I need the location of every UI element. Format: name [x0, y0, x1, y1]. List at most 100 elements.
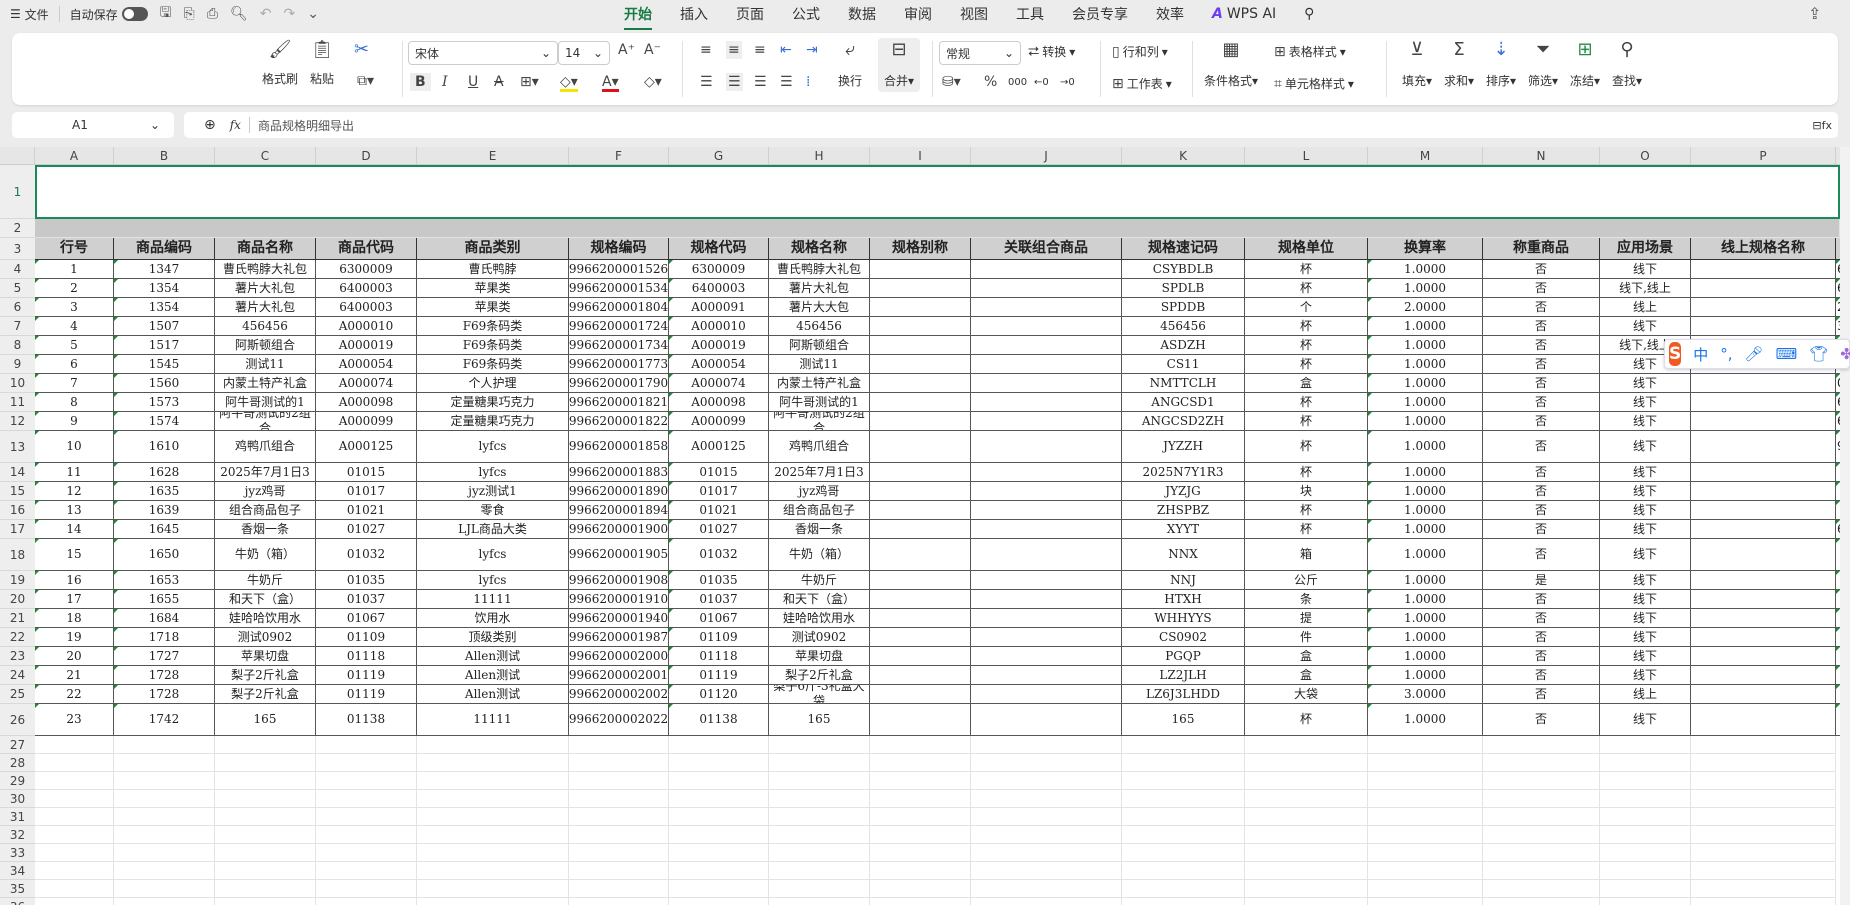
table-cell[interactable]: [971, 317, 1122, 336]
chevron-down-icon[interactable]: ⌄: [307, 6, 319, 22]
empty-cell[interactable]: [1122, 826, 1245, 844]
table-cell[interactable]: 杯: [1245, 279, 1368, 298]
table-cell[interactable]: CS0902: [1122, 628, 1245, 647]
empty-cell[interactable]: [1483, 880, 1600, 898]
table-cell[interactable]: 1.0000: [1368, 647, 1483, 666]
table-cell[interactable]: 线下: [1600, 431, 1691, 463]
empty-cell[interactable]: [1691, 790, 1836, 808]
table-cell[interactable]: 1.0000: [1368, 412, 1483, 431]
table-cell[interactable]: 9966200001526: [569, 260, 669, 279]
table-cell[interactable]: Allen测试: [417, 647, 569, 666]
empty-cell[interactable]: [1368, 862, 1483, 880]
table-cell[interactable]: F69条码类: [417, 317, 569, 336]
table-cell[interactable]: 杯: [1245, 431, 1368, 463]
table-cell[interactable]: 1.0000: [1368, 501, 1483, 520]
empty-cell[interactable]: [669, 826, 769, 844]
table-cell[interactable]: 01120: [669, 685, 769, 704]
row-header[interactable]: 31: [0, 808, 35, 826]
empty-cell[interactable]: [971, 808, 1122, 826]
empty-cell[interactable]: [669, 736, 769, 754]
table-cell[interactable]: 11111: [417, 590, 569, 609]
empty-cell[interactable]: [769, 862, 870, 880]
table-cell[interactable]: 9966200001790: [569, 374, 669, 393]
fill-button[interactable]: ⊻ 填充▾: [1402, 41, 1432, 89]
table-cell[interactable]: 6400003: [316, 298, 417, 317]
table-cell[interactable]: 01118: [669, 647, 769, 666]
empty-cell[interactable]: [769, 790, 870, 808]
empty-cell[interactable]: [1245, 772, 1368, 790]
table-cell[interactable]: 线下: [1600, 463, 1691, 482]
table-cell[interactable]: 阿牛哥测试的1: [215, 393, 316, 412]
empty-cell[interactable]: [971, 880, 1122, 898]
empty-cell[interactable]: [417, 808, 569, 826]
table-cell[interactable]: 1742: [114, 704, 215, 736]
empty-cell[interactable]: [1122, 862, 1245, 880]
row-header[interactable]: 8: [0, 336, 35, 355]
table-cell[interactable]: [1691, 647, 1836, 666]
table-cell[interactable]: 1.0000: [1368, 539, 1483, 571]
empty-cell[interactable]: [1122, 808, 1245, 826]
table-cell[interactable]: 9966200001883: [569, 463, 669, 482]
name-box[interactable]: A1 ⌄: [12, 112, 174, 138]
search-icon[interactable]: ⚲: [1304, 2, 1314, 26]
table-cell[interactable]: 1.0000: [1368, 571, 1483, 590]
table-cell[interactable]: 1.0000: [1368, 463, 1483, 482]
table-cell[interactable]: JYZJG: [1122, 482, 1245, 501]
vertical-scrollbar[interactable]: [1840, 147, 1850, 905]
table-cell[interactable]: 10: [35, 431, 114, 463]
empty-cell[interactable]: [114, 844, 215, 862]
table-cell[interactable]: 公斤: [1245, 571, 1368, 590]
table-cell[interactable]: 13: [35, 501, 114, 520]
table-cell[interactable]: 否: [1483, 590, 1600, 609]
empty-cell[interactable]: [215, 880, 316, 898]
row-header[interactable]: 2: [0, 219, 35, 238]
table-cell[interactable]: 否: [1483, 501, 1600, 520]
table-cell[interactable]: [870, 317, 971, 336]
table-cell[interactable]: 11: [35, 463, 114, 482]
table-cell[interactable]: [870, 609, 971, 628]
empty-cell[interactable]: [769, 754, 870, 772]
table-cell[interactable]: 梨子2斤礼盒: [769, 666, 870, 685]
table-cell[interactable]: 组合商品包子: [215, 501, 316, 520]
table-cell[interactable]: 线下: [1600, 501, 1691, 520]
table-cell[interactable]: [971, 355, 1122, 374]
table-cell[interactable]: 22: [35, 685, 114, 704]
paste-button[interactable]: 📋︎ 粘贴: [310, 41, 334, 87]
table-cell[interactable]: 线下: [1600, 539, 1691, 571]
empty-cell[interactable]: [1483, 862, 1600, 880]
table-cell[interactable]: 01037: [316, 590, 417, 609]
table-cell[interactable]: 1.0000: [1368, 704, 1483, 736]
empty-cell[interactable]: [316, 826, 417, 844]
formula-bar[interactable]: ⊕ fx 商品规格明细导出 ⊟fx: [184, 112, 1838, 138]
table-cell[interactable]: 盒: [1245, 647, 1368, 666]
border-icon[interactable]: ⊞▾: [520, 75, 539, 89]
thousands-icon[interactable]: 000: [1008, 77, 1027, 88]
table-cell[interactable]: [971, 571, 1122, 590]
empty-cell[interactable]: [569, 880, 669, 898]
table-cell[interactable]: 1574: [114, 412, 215, 431]
table-cell[interactable]: 1.0000: [1368, 482, 1483, 501]
row-header[interactable]: 1: [0, 165, 35, 219]
table-cell[interactable]: [870, 412, 971, 431]
empty-cell[interactable]: [971, 754, 1122, 772]
tab-member[interactable]: 会员专享: [1072, 0, 1128, 28]
table-cell[interactable]: ZHSPBZ: [1122, 501, 1245, 520]
table-cell[interactable]: 否: [1483, 704, 1600, 736]
empty-cell[interactable]: [870, 880, 971, 898]
table-cell[interactable]: 456456: [215, 317, 316, 336]
table-cell[interactable]: 01035: [316, 571, 417, 590]
table-cell[interactable]: 6300009: [669, 260, 769, 279]
table-cell[interactable]: 01119: [669, 666, 769, 685]
table-cell[interactable]: 否: [1483, 609, 1600, 628]
table-cell[interactable]: 个: [1245, 298, 1368, 317]
table-cell[interactable]: A000074: [669, 374, 769, 393]
empty-cell[interactable]: [971, 844, 1122, 862]
row-header[interactable]: 21: [0, 609, 35, 628]
table-cell[interactable]: 6400003: [316, 279, 417, 298]
table-cell[interactable]: 23: [35, 704, 114, 736]
worksheet-button[interactable]: ⊞ 工作表 ▾: [1112, 75, 1172, 92]
table-cell[interactable]: 杯: [1245, 463, 1368, 482]
table-cell[interactable]: 曹氏鸭脖大礼包: [215, 260, 316, 279]
table-cell[interactable]: 01119: [316, 685, 417, 704]
empty-cell[interactable]: [1600, 898, 1691, 905]
